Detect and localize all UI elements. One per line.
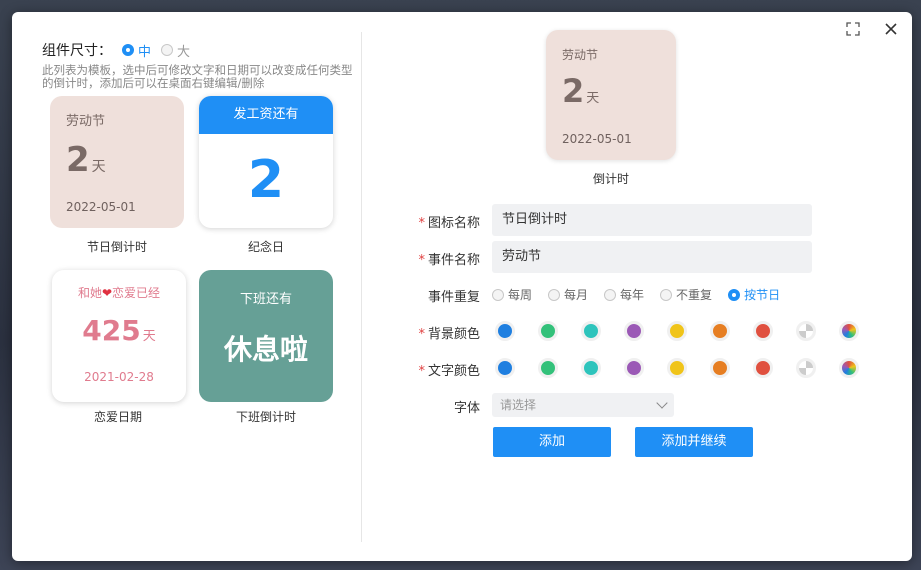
close-icon[interactable] [880, 18, 902, 40]
icon-name-label: * 图标名称 [418, 216, 480, 231]
card-caption: 节日倒计时 [86, 240, 147, 254]
card-title: 和她❤恋爱已经 [77, 286, 161, 300]
dialog: 组件尺寸： 中 大 此列表为模板，选中后可修改文字和日期可以改变成任何类型的倒计… [12, 12, 912, 561]
template-hint: 此列表为模板，选中后可修改文字和日期可以改变成任何类型的倒计时，添加后可以在桌面… [42, 63, 353, 90]
swatch-red[interactable] [753, 358, 773, 378]
repeat-option-monthly[interactable]: 每月 [548, 286, 588, 303]
swatch-purple[interactable] [624, 321, 644, 341]
swatch-teal[interactable] [581, 358, 601, 378]
swatch-yellow[interactable] [667, 358, 687, 378]
size-row: 组件尺寸： 中 大 [42, 40, 190, 60]
swatch-blue[interactable] [495, 321, 515, 341]
preview-caption: 倒计时 [592, 172, 629, 186]
template-card-offwork[interactable]: 下班还有 休息啦 [199, 270, 333, 402]
card-date: 2022-05-01 [66, 200, 136, 214]
card-number: 2 [247, 150, 285, 210]
swatch-transparent[interactable] [796, 358, 816, 378]
swatch-custom-icon[interactable] [839, 321, 859, 341]
chevron-down-icon [656, 397, 668, 409]
card-date: 2021-02-28 [84, 370, 154, 384]
swatch-custom-icon[interactable] [839, 358, 859, 378]
card-header: 发工资还有 [199, 96, 333, 134]
card-caption: 恋爱日期 [93, 410, 142, 424]
card-title: 劳动节 [66, 114, 106, 129]
font-label: 字体 [453, 401, 480, 416]
event-name-label: * 事件名称 [418, 253, 480, 268]
fullscreen-icon[interactable] [842, 18, 864, 40]
card-number: 2天 [66, 140, 106, 180]
card-caption: 下班倒计时 [235, 410, 296, 424]
repeat-options: 每周 每月 每年 不重复 按节日 [492, 286, 796, 303]
text-color-label: * 文字颜色 [418, 364, 480, 379]
swatch-red[interactable] [753, 321, 773, 341]
swatch-orange[interactable] [710, 358, 730, 378]
swatch-teal[interactable] [581, 321, 601, 341]
size-option-medium[interactable]: 中 [122, 41, 151, 60]
template-card-holiday[interactable]: 劳动节 2天 2022-05-01 [50, 96, 184, 228]
swatch-purple[interactable] [624, 358, 644, 378]
text-color-swatches [495, 358, 882, 378]
card-number: 425 天 [82, 314, 156, 347]
swatch-transparent[interactable] [796, 321, 816, 341]
radio-checked-icon [122, 44, 134, 56]
repeat-option-weekly[interactable]: 每周 [492, 286, 532, 303]
size-label: 组件尺寸： [42, 43, 112, 59]
swatch-blue[interactable] [495, 358, 515, 378]
swatch-yellow[interactable] [667, 321, 687, 341]
template-card-love[interactable]: 和她❤恋爱已经 425 天 2021-02-28 [52, 270, 186, 402]
event-name-input[interactable]: 劳动节 [492, 241, 812, 273]
template-card-anniversary[interactable]: 发工资还有 2 [199, 96, 333, 228]
repeat-option-none[interactable]: 不重复 [660, 286, 712, 303]
preview-title: 劳动节 [562, 48, 599, 62]
bg-color-swatches [495, 321, 882, 341]
swatch-green[interactable] [538, 358, 558, 378]
card-title: 下班还有 [239, 292, 292, 307]
swatch-green[interactable] [538, 321, 558, 341]
swatch-orange[interactable] [710, 321, 730, 341]
repeat-option-holiday[interactable]: 按节日 [728, 286, 780, 303]
card-text: 休息啦 [223, 333, 308, 366]
add-continue-button[interactable]: 添加并继续 [635, 427, 753, 457]
heart-icon: ❤ [101, 286, 113, 300]
preview-date: 2022-05-01 [562, 132, 632, 146]
preview-number: 2天 [562, 72, 600, 110]
card-caption: 纪念日 [247, 240, 284, 254]
radio-unchecked-icon [161, 44, 174, 56]
font-select[interactable]: 请选择 [492, 393, 674, 417]
repeat-option-yearly[interactable]: 每年 [604, 286, 644, 303]
bg-color-label: * 背景颜色 [418, 327, 480, 342]
icon-name-input[interactable]: 节日倒计时 [492, 204, 812, 236]
size-option-large[interactable]: 大 [161, 41, 190, 60]
preview-card: 劳动节 2天 2022-05-01 [546, 30, 676, 160]
repeat-label: 事件重复 [427, 290, 480, 305]
add-button[interactable]: 添加 [493, 427, 611, 457]
